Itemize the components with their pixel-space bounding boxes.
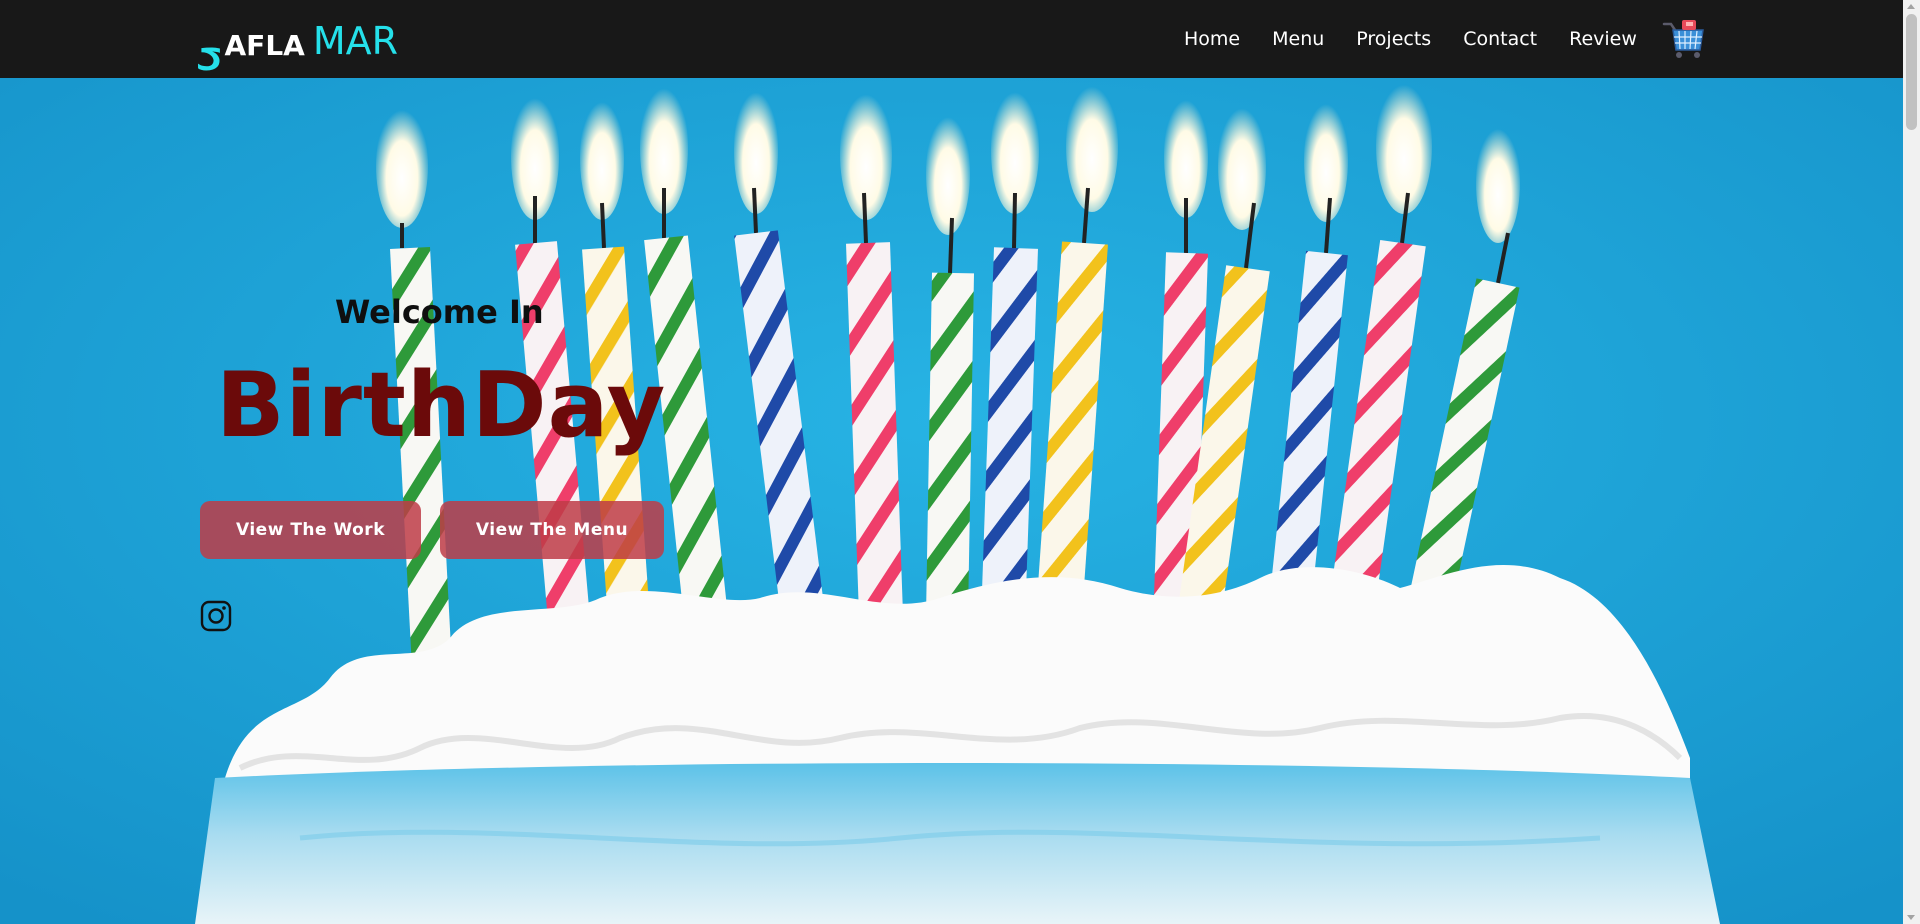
hero-welcome: Welcome In bbox=[335, 293, 544, 331]
page: ح AFLA MAR Home Menu Projects Contact Re… bbox=[0, 0, 1920, 924]
instagram-icon[interactable] bbox=[200, 600, 232, 632]
scroll-up-arrow-icon[interactable] bbox=[1907, 4, 1915, 9]
nav-link-menu[interactable]: Menu bbox=[1272, 28, 1324, 50]
hero-section: Welcome In BirthDay View The Work View T… bbox=[0, 78, 1903, 924]
navbar: ح AFLA MAR Home Menu Projects Contact Re… bbox=[0, 0, 1903, 78]
page-scrollbar[interactable] bbox=[1903, 0, 1920, 924]
hero-title: BirthDay bbox=[216, 353, 667, 458]
scroll-down-arrow-icon[interactable] bbox=[1907, 915, 1915, 920]
nav-link-review[interactable]: Review bbox=[1569, 28, 1637, 50]
shopping-cart-icon[interactable] bbox=[1662, 17, 1706, 61]
nav-link-projects[interactable]: Projects bbox=[1356, 28, 1431, 50]
scroll-thumb[interactable] bbox=[1906, 14, 1917, 130]
brand-logo-afla: AFLA bbox=[224, 29, 305, 62]
nav-link-home[interactable]: Home bbox=[1184, 28, 1240, 50]
view-menu-button[interactable]: View The Menu bbox=[440, 501, 664, 559]
nav-link-contact[interactable]: Contact bbox=[1463, 28, 1537, 50]
brand-logo[interactable]: ح AFLA MAR bbox=[198, 14, 399, 71]
brand-logo-arabic: ح bbox=[198, 31, 223, 71]
nav-links: Home Menu Projects Contact Review bbox=[1168, 0, 1653, 78]
view-work-button[interactable]: View The Work bbox=[200, 501, 421, 559]
brand-logo-mar: MAR bbox=[312, 19, 399, 63]
